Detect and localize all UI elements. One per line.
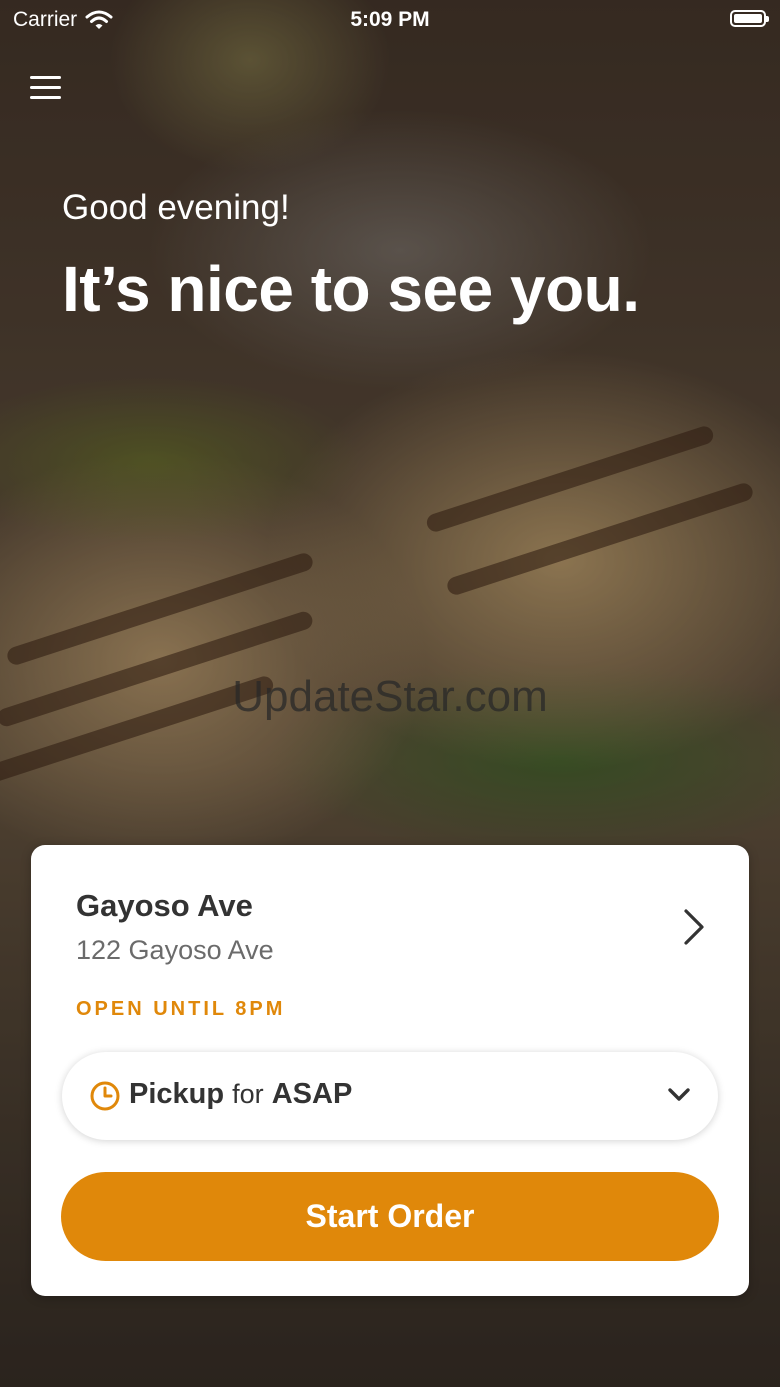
hamburger-menu-icon[interactable] xyxy=(30,74,62,104)
start-order-button[interactable]: Start Order xyxy=(61,1172,719,1261)
order-time: ASAP xyxy=(271,1078,353,1110)
chevron-down-icon xyxy=(668,1088,690,1101)
order-type-dropdown[interactable]: Pickup for ASAP xyxy=(62,1052,718,1140)
location-card: Gayoso Ave 122 Gayoso Ave OPEN UNTIL 8PM… xyxy=(31,845,749,1296)
greeting-text: Good evening! xyxy=(62,188,290,227)
status-time: 5:09 PM xyxy=(350,8,430,31)
clock-icon xyxy=(90,1081,120,1111)
battery-icon xyxy=(730,10,769,27)
store-hours: OPEN UNTIL 8PM xyxy=(76,998,286,1020)
home-screen: Carrier 5:09 PM Good evening! It’s nice … xyxy=(0,0,780,1387)
watermark: UpdateStar.com xyxy=(232,672,548,721)
order-type-label: Pickup for ASAP xyxy=(129,1078,352,1111)
location-name: Gayoso Ave xyxy=(76,888,253,923)
order-connector: for xyxy=(232,1079,264,1109)
chevron-right-icon[interactable] xyxy=(681,907,707,947)
location-address: 122 Gayoso Ave xyxy=(76,935,274,965)
order-mode: Pickup xyxy=(129,1078,225,1110)
status-bar: Carrier 5:09 PM xyxy=(0,0,780,40)
welcome-headline: It’s nice to see you. xyxy=(62,253,640,325)
